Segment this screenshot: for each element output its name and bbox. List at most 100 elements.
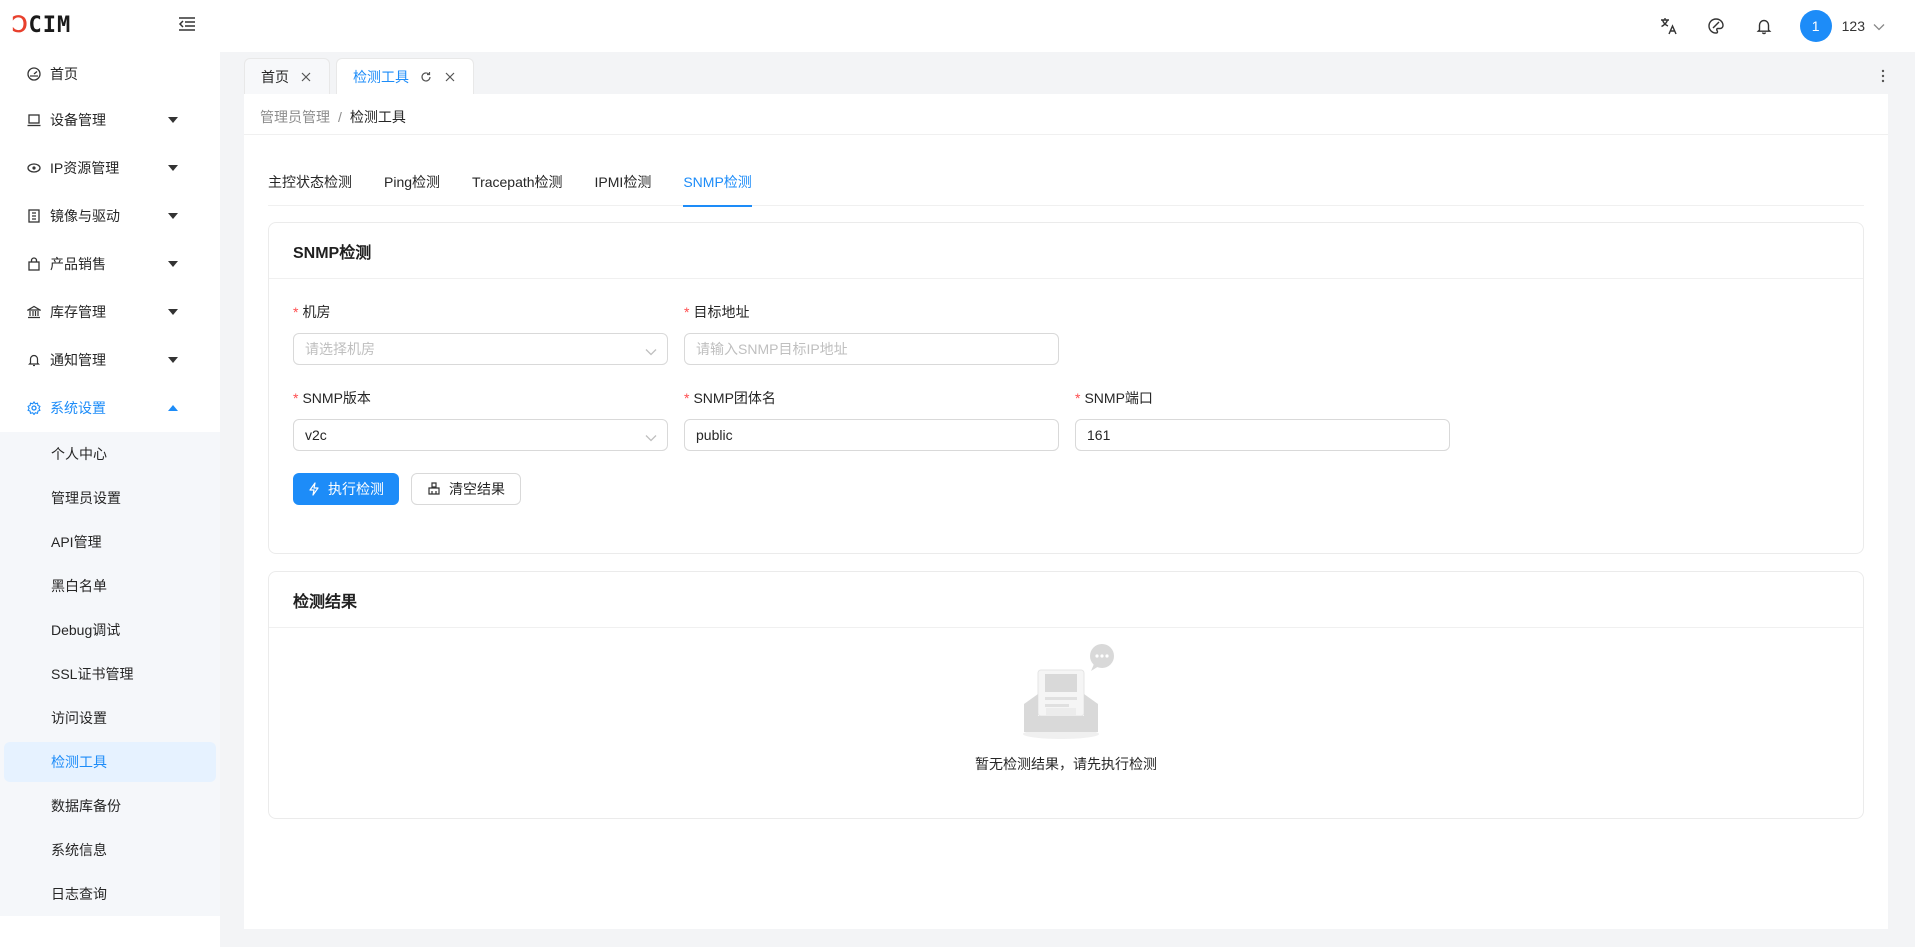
sidebar-subitem-database-backup[interactable]: 数据库备份 bbox=[0, 784, 220, 828]
empty-state: 暂无检测结果，请先执行检测 bbox=[269, 642, 1863, 774]
sidebar-subitem-ssl-certificates[interactable]: SSL证书管理 bbox=[0, 652, 220, 696]
tab-detection-tools[interactable]: 检测工具 bbox=[336, 58, 474, 94]
shopping-bag-icon bbox=[26, 256, 42, 272]
logo[interactable]: ↃCIM bbox=[12, 12, 72, 38]
subtab-ping[interactable]: Ping检测 bbox=[384, 158, 440, 206]
field-label: SNMP版本 bbox=[302, 390, 371, 406]
subtab-ipmi[interactable]: IPMI检测 bbox=[595, 158, 652, 206]
caret-down-icon bbox=[168, 261, 178, 267]
sidebar-item-label: 首页 bbox=[50, 66, 78, 82]
clear-broom-icon bbox=[427, 482, 441, 496]
field-label: SNMP端口 bbox=[1084, 390, 1153, 406]
sidebar-item-product-sales[interactable]: 产品销售 bbox=[0, 240, 220, 288]
snmp-community-field: * SNMP团体名 public bbox=[684, 387, 1059, 451]
user-menu[interactable]: 1 123 bbox=[1799, 10, 1885, 42]
sidebar-item-label: 通知管理 bbox=[50, 352, 106, 368]
sidebar-item-label: 设备管理 bbox=[50, 112, 106, 128]
sidebar-item-inventory[interactable]: 库存管理 bbox=[0, 288, 220, 336]
run-detection-button[interactable]: 执行检测 bbox=[293, 473, 399, 505]
gear-icon bbox=[26, 400, 42, 416]
logo-text: ↃCIM bbox=[12, 12, 72, 38]
snmp-version-select[interactable]: v2c bbox=[293, 419, 668, 451]
translate-icon[interactable] bbox=[1648, 6, 1688, 46]
required-mark: * bbox=[293, 390, 299, 406]
bell-icon bbox=[26, 352, 42, 368]
result-card: 检测结果 暂无检测结果，请先执行检测 bbox=[268, 571, 1864, 819]
close-icon[interactable] bbox=[299, 70, 313, 84]
room-field: * 机房 请选择机房 bbox=[293, 301, 668, 365]
lightning-icon bbox=[308, 482, 320, 496]
empty-state-text: 暂无检测结果，请先执行检测 bbox=[975, 756, 1157, 772]
sidebar-item-label: 系统设置 bbox=[50, 400, 106, 416]
snmp-community-input[interactable]: public bbox=[684, 419, 1059, 451]
sidebar-item-ip-resources[interactable]: IP资源管理 bbox=[0, 144, 220, 192]
required-mark: * bbox=[684, 390, 690, 406]
field-label: 机房 bbox=[302, 304, 331, 320]
sidebar-item-label: 产品销售 bbox=[50, 256, 106, 272]
page-tabs: 首页 检测工具 bbox=[244, 58, 480, 94]
bell-icon[interactable] bbox=[1744, 6, 1784, 46]
card-title: SNMP检测 bbox=[269, 223, 1863, 279]
clear-results-button[interactable]: 清空结果 bbox=[411, 473, 521, 505]
sidebar-subitem-log-query[interactable]: 日志查询 bbox=[0, 872, 220, 916]
caret-down-icon bbox=[168, 117, 178, 123]
subtab-master-status[interactable]: 主控状态检测 bbox=[268, 158, 352, 206]
sidebar-subitem-debug[interactable]: Debug调试 bbox=[0, 608, 220, 652]
breadcrumb-parent[interactable]: 管理员管理 bbox=[260, 107, 330, 127]
sidebar: 首页 设备管理 IP资源管理 镜像与驱动 产品销售 库存管理 通知管理 系统设置… bbox=[0, 52, 220, 947]
sidebar-item-images-drivers[interactable]: 镜像与驱动 bbox=[0, 192, 220, 240]
book-icon bbox=[26, 208, 42, 224]
breadcrumb-current: 检测工具 bbox=[349, 109, 406, 125]
breadcrumb: 管理员管理 / 检测工具 bbox=[260, 106, 406, 128]
tab-home[interactable]: 首页 bbox=[244, 58, 330, 94]
subtab-tracepath[interactable]: Tracepath检测 bbox=[472, 158, 563, 206]
more-vertical-icon[interactable] bbox=[1875, 66, 1891, 86]
divider bbox=[244, 134, 1888, 135]
sidebar-subitem-system-info[interactable]: 系统信息 bbox=[0, 828, 220, 872]
caret-down-icon bbox=[168, 309, 178, 315]
field-label: SNMP团体名 bbox=[693, 390, 776, 406]
top-right-toolbar: 1 123 bbox=[1648, 0, 1915, 52]
sidebar-subitem-blacklist-whitelist[interactable]: 黑白名单 bbox=[0, 564, 220, 608]
refresh-icon[interactable] bbox=[419, 70, 433, 84]
sidebar-item-notifications[interactable]: 通知管理 bbox=[0, 336, 220, 384]
sidebar-subitem-personal-center[interactable]: 个人中心 bbox=[0, 432, 220, 476]
card-title: 检测结果 bbox=[269, 572, 1863, 628]
theme-palette-icon[interactable] bbox=[1696, 6, 1736, 46]
target-address-field: * 目标地址 请输入SNMP目标IP地址 bbox=[684, 301, 1059, 365]
caret-down-icon bbox=[168, 213, 178, 219]
sidebar-item-devices[interactable]: 设备管理 bbox=[0, 96, 220, 144]
required-mark: * bbox=[293, 304, 299, 320]
subtab-snmp[interactable]: SNMP检测 bbox=[683, 158, 753, 207]
laptop-icon bbox=[26, 112, 42, 128]
target-address-input[interactable]: 请输入SNMP目标IP地址 bbox=[684, 333, 1059, 365]
close-icon[interactable] bbox=[443, 70, 457, 84]
sidebar-item-label: 库存管理 bbox=[50, 304, 106, 320]
caret-down-icon bbox=[168, 357, 178, 363]
sidebar-subitem-detection-tools[interactable]: 检测工具 bbox=[0, 740, 220, 784]
bank-icon bbox=[26, 304, 42, 320]
sidebar-item-system-settings[interactable]: 系统设置 bbox=[0, 384, 220, 432]
system-settings-submenu: 个人中心 管理员设置 API管理 黑白名单 Debug调试 SSL证书管理 访问… bbox=[0, 432, 220, 916]
username: 123 bbox=[1841, 18, 1865, 34]
sidebar-item-label: 镜像与驱动 bbox=[50, 208, 120, 224]
avatar: 1 bbox=[1799, 10, 1832, 42]
snmp-port-field: * SNMP端口 161 bbox=[1075, 387, 1450, 451]
sidebar-item-home[interactable]: 首页 bbox=[0, 52, 220, 96]
chevron-down-icon bbox=[645, 343, 657, 359]
caret-up-icon bbox=[168, 405, 178, 411]
dashboard-icon bbox=[26, 66, 42, 82]
sidebar-item-label: IP资源管理 bbox=[50, 160, 120, 176]
empty-inbox-icon bbox=[1023, 644, 1114, 739]
required-mark: * bbox=[1075, 390, 1081, 406]
sidebar-subitem-admin-settings[interactable]: 管理员设置 bbox=[0, 476, 220, 520]
room-select[interactable]: 请选择机房 bbox=[293, 333, 668, 365]
snmp-version-field: * SNMP版本 v2c bbox=[293, 387, 668, 451]
sidebar-subitem-api-management[interactable]: API管理 bbox=[0, 520, 220, 564]
breadcrumb-separator: / bbox=[338, 109, 342, 125]
sidebar-subitem-access-settings[interactable]: 访问设置 bbox=[0, 696, 220, 740]
snmp-port-input[interactable]: 161 bbox=[1075, 419, 1450, 451]
menu-collapse-icon[interactable] bbox=[175, 12, 199, 36]
chevron-down-icon bbox=[1873, 18, 1885, 34]
detection-subtabs: 主控状态检测 Ping检测 Tracepath检测 IPMI检测 SNMP检测 bbox=[268, 158, 1864, 207]
